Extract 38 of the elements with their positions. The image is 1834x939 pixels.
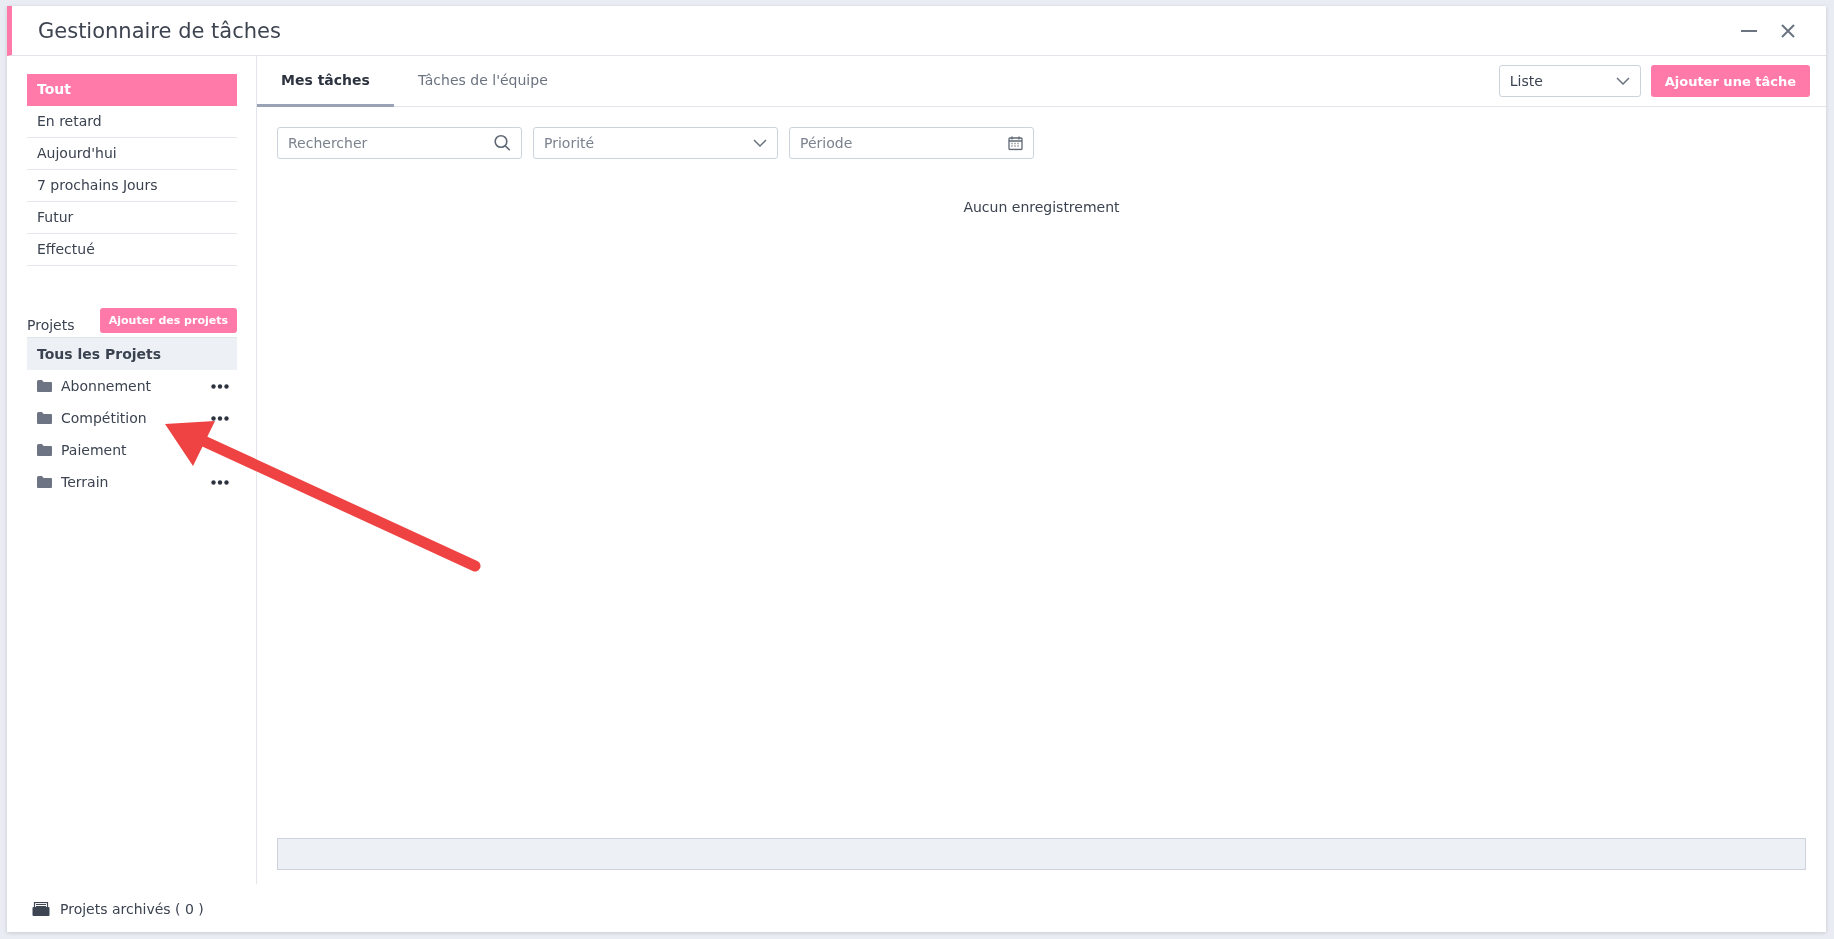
section-label: Projets: [27, 317, 75, 333]
project-item[interactable]: Abonnement: [27, 370, 237, 402]
tab[interactable]: Tâches de l'équipe: [393, 56, 572, 107]
filter-item[interactable]: 7 prochains Jours: [27, 170, 237, 202]
filter-item[interactable]: Futur: [27, 202, 237, 234]
inbox-icon: [32, 902, 50, 916]
window-title: Gestionnaire de tâches: [38, 18, 281, 43]
filter-item[interactable]: Aujourd'hui: [27, 138, 237, 170]
folder-icon: [37, 412, 52, 424]
chevron-down-icon: [1615, 77, 1630, 85]
project-name: Abonnement: [61, 378, 152, 394]
more-icon[interactable]: [211, 415, 229, 421]
date-range-field[interactable]: Période: [789, 127, 1034, 159]
more-icon[interactable]: [211, 479, 229, 485]
project-name: Terrain: [61, 474, 110, 490]
project-item[interactable]: Terrain: [27, 466, 237, 498]
filter-item[interactable]: En retard: [27, 106, 237, 138]
tab[interactable]: Mes tâches: [257, 56, 394, 107]
close-icon[interactable]: [1780, 22, 1796, 39]
project-item[interactable]: Compétition: [27, 402, 237, 434]
project-name: Compétition: [61, 410, 148, 426]
priority-dropdown[interactable]: Priorité: [533, 127, 778, 159]
view-dropdown[interactable]: Liste: [1498, 65, 1641, 97]
calendar-icon: [1008, 135, 1023, 151]
folder-icon: [37, 380, 52, 392]
filter-item[interactable]: Effectué: [27, 234, 237, 266]
empty-message: Aucun enregistrement: [963, 199, 1120, 215]
search-field[interactable]: Rechercher: [277, 127, 522, 159]
project-name: Paiement: [61, 442, 128, 458]
folder-icon: [37, 444, 52, 456]
archived-projects-link[interactable]: Projets archivés ( 0 ): [32, 901, 204, 917]
folder-icon: [37, 476, 52, 488]
project-item[interactable]: Paiement: [27, 434, 237, 466]
project-name: Tous les Projets: [37, 346, 163, 362]
project-item[interactable]: Tous les Projets: [27, 337, 237, 370]
chevron-down-icon: [753, 139, 767, 147]
more-icon[interactable]: [211, 383, 229, 389]
search-icon: [494, 134, 511, 152]
